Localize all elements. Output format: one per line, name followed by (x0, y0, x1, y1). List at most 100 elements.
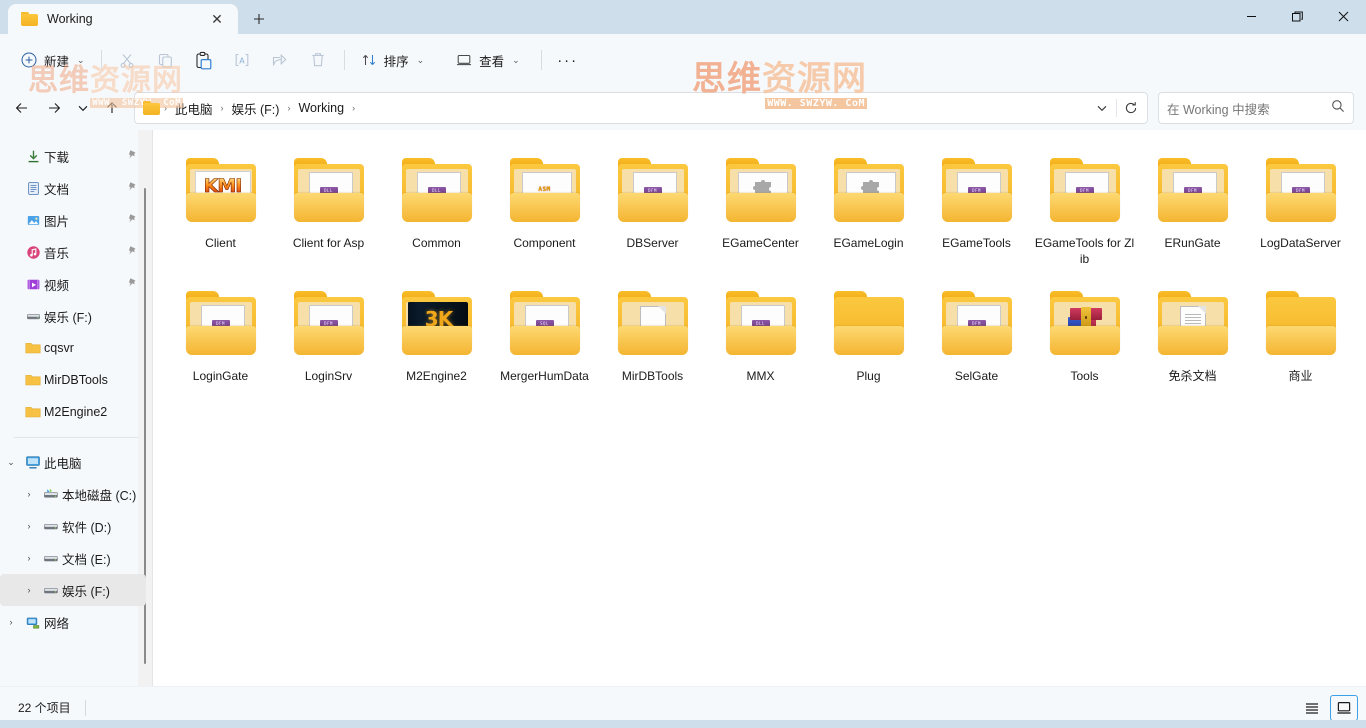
sidebar-item-music[interactable]: › 音乐 (0, 236, 146, 268)
breadcrumb-this-pc[interactable]: 此电脑 (169, 96, 219, 121)
file-item[interactable]: 免杀文档 (1139, 277, 1247, 410)
download-icon (22, 149, 44, 164)
drive-icon (22, 309, 44, 324)
arrow-up-icon (107, 102, 117, 113)
folder-icon (617, 291, 688, 355)
file-item[interactable]: MirDBTools (599, 277, 707, 410)
sidebar-item-m2engine2[interactable]: › M2Engine2 (0, 396, 146, 428)
recent-locations-button[interactable] (70, 92, 96, 124)
sidebar-item-mirdbtools[interactable]: › MirDBTools (0, 364, 146, 396)
large-icons-view-icon (1337, 701, 1351, 714)
sidebar-item-documents[interactable]: › 文档 (0, 172, 146, 204)
file-item[interactable]: 商业 (1247, 277, 1355, 410)
chevron-right-icon[interactable]: › (18, 521, 40, 531)
list-view-button[interactable] (1298, 695, 1326, 721)
copy-button[interactable] (147, 43, 185, 77)
new-tab-button[interactable] (242, 4, 276, 34)
address-bar[interactable]: › 此电脑 › 娱乐 (F:) › Working › (134, 92, 1148, 124)
file-item[interactable]: DLL Client for Asp (275, 144, 383, 277)
breadcrumb-separator: › (220, 103, 224, 113)
maximize-button[interactable] (1274, 0, 1320, 32)
cut-button[interactable] (109, 43, 147, 77)
sidebar-item-pictures[interactable]: › 图片 (0, 204, 146, 236)
close-icon (1338, 11, 1348, 21)
file-item[interactable]: DFM EGameTools (923, 144, 1031, 277)
toolbar-divider (100, 50, 102, 70)
back-button[interactable] (6, 92, 38, 124)
address-history-button[interactable] (1088, 94, 1116, 122)
drive-icon (40, 519, 62, 534)
file-item[interactable]: SQL MergerHumData (491, 277, 599, 410)
chevron-right-icon[interactable]: › (18, 489, 40, 499)
chevron-placeholder: › (0, 343, 22, 353)
pin-icon[interactable] (127, 245, 138, 259)
tab-working[interactable]: Working ✕ (8, 4, 238, 34)
chevron-right-icon[interactable]: › (0, 617, 22, 627)
file-item[interactable]: EGameCenter (707, 144, 815, 277)
delete-button[interactable] (299, 43, 337, 77)
window-controls (1228, 0, 1366, 32)
file-item[interactable]: DFM DBServer (599, 144, 707, 277)
rename-button[interactable]: A (223, 43, 261, 77)
up-button[interactable] (96, 92, 128, 124)
search-icon[interactable] (1331, 99, 1345, 118)
breadcrumb-separator[interactable]: › (350, 103, 357, 113)
file-item[interactable]: DFM LogDataServer (1247, 144, 1355, 277)
breadcrumb-drive-f[interactable]: 娱乐 (F:) (226, 96, 286, 121)
sort-button[interactable]: 排序 ⌄ (352, 43, 434, 77)
file-list-view[interactable]: KMI Client DLL Client for Asp DLL Common ASM Co… (152, 130, 1366, 686)
sidebar-item-videos[interactable]: › 视频 (0, 268, 146, 300)
file-item[interactable]: Plug (815, 277, 923, 410)
sidebar-item-drive-f[interactable]: › 娱乐 (F:) (0, 574, 146, 606)
file-item[interactable]: DFM SelGate (923, 277, 1031, 410)
file-item[interactable]: KMI Client (167, 144, 275, 277)
folder-front (185, 193, 256, 222)
sidebar-item-drive-d[interactable]: › 软件 (D:) (0, 510, 146, 542)
file-item[interactable]: DFM EGameTools for Zlib (1031, 144, 1139, 277)
file-item[interactable]: Tools (1031, 277, 1139, 410)
folder-icon: ASM (509, 158, 580, 222)
folder-icon (22, 341, 44, 355)
forward-button[interactable] (38, 92, 70, 124)
chevron-down-icon[interactable]: ⌄ (0, 457, 22, 468)
pin-icon[interactable] (127, 181, 138, 195)
share-button[interactable] (261, 43, 299, 77)
breadcrumb-working[interactable]: Working (292, 98, 350, 118)
sidebar-item-network[interactable]: › 网络 (0, 606, 146, 638)
close-button[interactable] (1320, 0, 1366, 32)
chevron-placeholder: › (0, 247, 22, 257)
sidebar-item-cqsvr[interactable]: › cqsvr (0, 332, 146, 364)
paste-button[interactable] (185, 43, 223, 77)
sidebar-item-local-disk-c[interactable]: › 本地磁盘 (C:) (0, 478, 146, 510)
file-item[interactable]: EGameLogin (815, 144, 923, 277)
sidebar-item-downloads[interactable]: › 下载 (0, 140, 146, 172)
folder-front (941, 326, 1012, 355)
sidebar-item-drive-f-quick[interactable]: › 娱乐 (F:) (0, 300, 146, 332)
folder-thumbnail (1253, 287, 1349, 361)
navigation-bar: › 此电脑 › 娱乐 (F:) › Working › 在 Working 中搜… (0, 86, 1366, 130)
file-item[interactable]: 3K M2Engine2 (383, 277, 491, 410)
file-item[interactable]: DLL Common (383, 144, 491, 277)
file-item[interactable]: DFM LoginSrv (275, 277, 383, 410)
minimize-button[interactable] (1228, 0, 1274, 32)
file-item[interactable]: ASM Component (491, 144, 599, 277)
file-item[interactable]: DFM ERunGate (1139, 144, 1247, 277)
search-box[interactable]: 在 Working 中搜索 (1158, 92, 1354, 124)
file-item[interactable]: DLL MMX (707, 277, 815, 410)
pin-icon[interactable] (127, 213, 138, 227)
refresh-button[interactable] (1117, 94, 1145, 122)
pin-icon[interactable] (127, 149, 138, 163)
chevron-right-icon[interactable]: › (18, 553, 40, 563)
search-input[interactable]: 在 Working 中搜索 (1167, 99, 1331, 118)
chevron-right-icon[interactable]: › (18, 585, 40, 595)
navigation-pane[interactable]: › 下载 › 文档 › 图片 (0, 130, 152, 686)
pin-icon[interactable] (127, 277, 138, 291)
details-view-button[interactable] (1330, 694, 1358, 721)
file-item[interactable]: DFM LoginGate (167, 277, 275, 410)
more-options-button[interactable]: ··· (549, 43, 587, 77)
new-button[interactable]: 新建 ⌄ (12, 43, 94, 77)
view-button[interactable]: 查看 ⌄ (447, 43, 529, 77)
sidebar-item-drive-e[interactable]: › 文档 (E:) (0, 542, 146, 574)
sidebar-item-this-pc[interactable]: ⌄ 此电脑 (0, 446, 146, 478)
close-tab-icon[interactable]: ✕ (204, 7, 230, 31)
